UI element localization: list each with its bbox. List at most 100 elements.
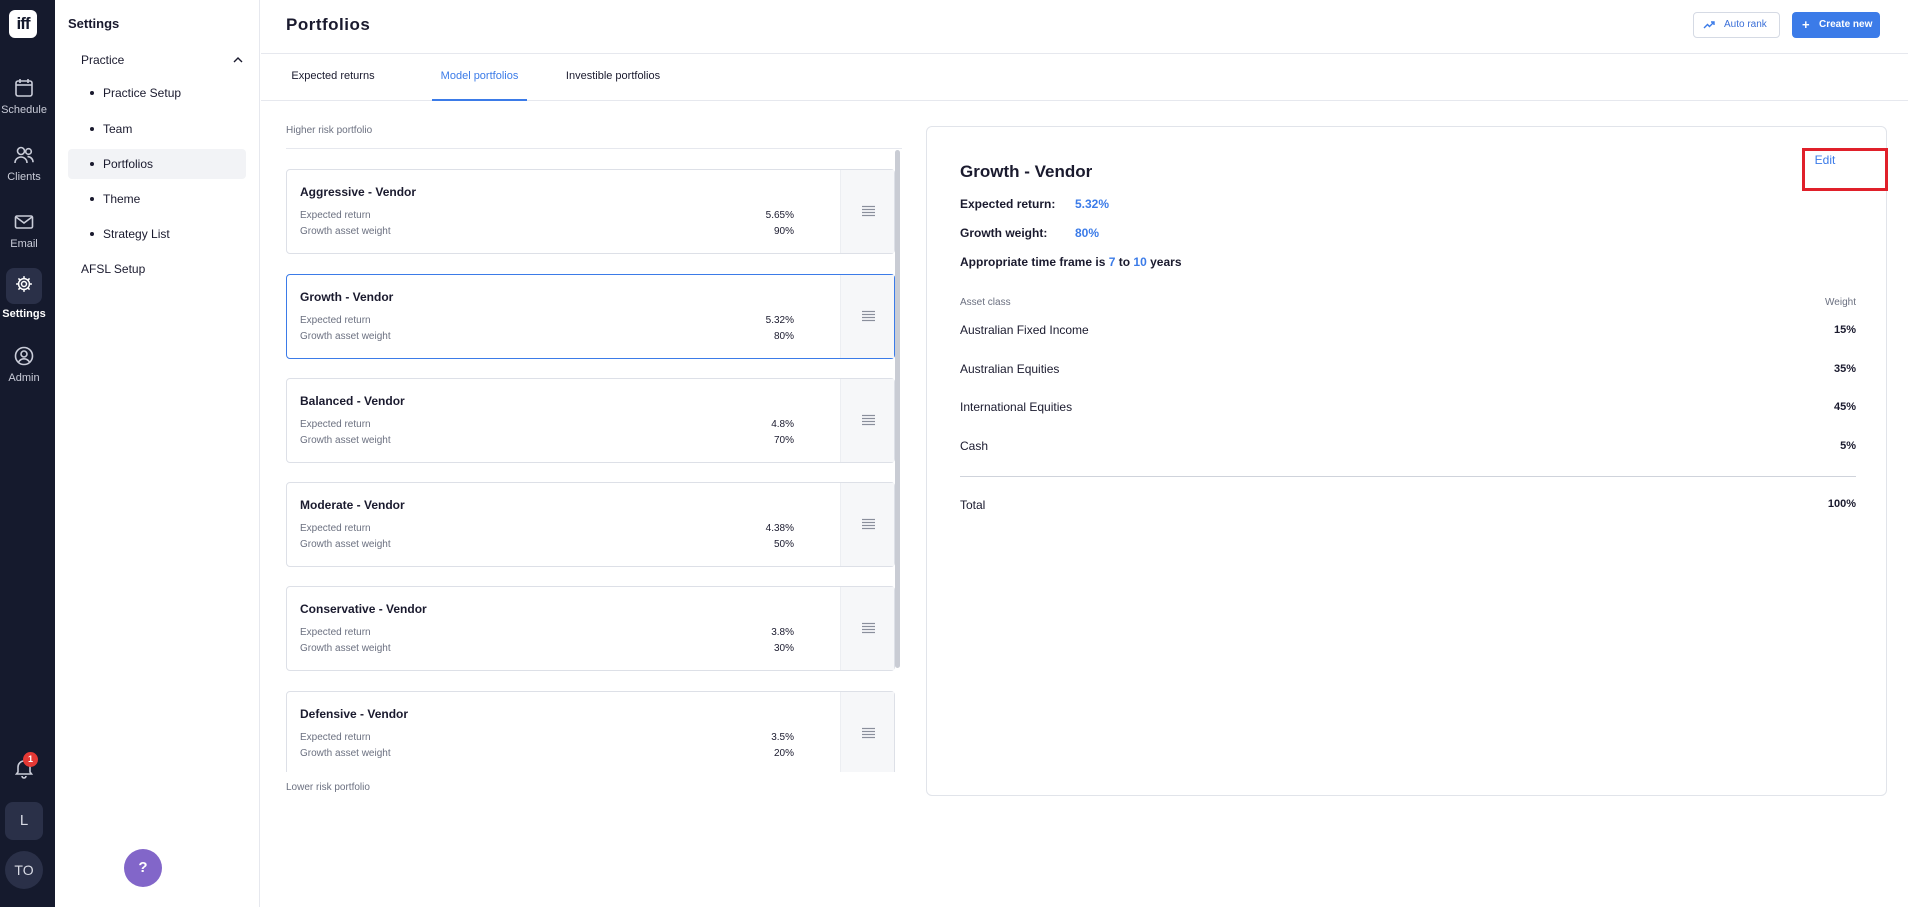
growth-weight-label: Growth asset weight	[300, 435, 391, 446]
rail-item-email[interactable]: Email	[0, 202, 48, 260]
sidebar-item-label: Practice Setup	[103, 86, 182, 100]
settings-title: Settings	[68, 16, 120, 31]
users-icon	[14, 146, 34, 164]
drag-handle-icon	[862, 310, 875, 322]
sidebar-item-strategy-list[interactable]: Strategy List	[68, 219, 246, 249]
tab-expected-returns[interactable]: Expected returns	[286, 55, 380, 101]
weight-header: Weight	[1825, 297, 1856, 308]
growth-weight-value: 50%	[773, 539, 794, 550]
sidebar-item-team[interactable]: Team	[68, 114, 246, 144]
timeframe-suffix: years	[1150, 255, 1182, 269]
workspace-avatar[interactable]: L	[5, 802, 43, 840]
expected-return-value: 5.32%	[1075, 197, 1110, 211]
growth-weight-label: Growth asset weight	[300, 539, 391, 550]
page-title: Portfolios	[286, 15, 371, 34]
portfolio-card[interactable]: Growth - Vendor Expected return Growth a…	[286, 274, 895, 359]
timeframe-line: Appropriate time frame is 7 to 10 years	[960, 255, 1182, 269]
total-value: 100%	[1827, 498, 1856, 510]
drag-handle[interactable]	[840, 275, 894, 358]
practice-section-toggle[interactable]: Practice	[81, 53, 251, 67]
expected-return-value: 4.38%	[765, 523, 794, 534]
rail-item-admin[interactable]: Admin	[0, 336, 48, 394]
help-button[interactable]: ?	[124, 849, 162, 887]
drag-handle-icon	[862, 727, 875, 739]
total-label: Total	[960, 498, 986, 512]
plus-icon: +	[1802, 17, 1810, 32]
expected-return-value: 5.32%	[765, 315, 794, 326]
sidebar-item-label: Team	[103, 122, 133, 136]
expected-return-value: 4.8%	[771, 419, 794, 430]
asset-class-name: Cash	[960, 439, 989, 453]
asset-class-weight: 35%	[1833, 363, 1856, 375]
bullet	[90, 232, 94, 236]
drag-handle[interactable]	[840, 170, 894, 253]
sidebar-item-label: Strategy List	[103, 227, 170, 241]
growth-weight-value: 90%	[773, 226, 794, 237]
portfolio-card[interactable]: Aggressive - Vendor Expected return Grow…	[286, 169, 895, 254]
growth-weight-value: 30%	[773, 643, 794, 654]
list-scrollbar[interactable]	[895, 150, 900, 668]
portfolio-name: Balanced - Vendor	[300, 394, 405, 408]
tab-bar: Expected returns Model portfolios Invest…	[261, 55, 1908, 101]
sidebar-item-afsl-setup[interactable]: AFSL Setup	[81, 262, 145, 276]
calendar-icon	[15, 79, 33, 97]
rail-label: Clients	[7, 171, 41, 183]
portfolio-name: Conservative - Vendor	[300, 602, 427, 616]
drag-handle[interactable]	[840, 379, 894, 462]
portfolio-card[interactable]: Defensive - Vendor Expected return Growt…	[286, 691, 895, 772]
timeframe-to: to	[1118, 255, 1131, 269]
growth-weight-value: 80%	[773, 331, 794, 342]
auto-rank-button[interactable]: Auto rank	[1693, 12, 1780, 38]
bullet	[90, 197, 94, 201]
portfolio-card[interactable]: Conservative - Vendor Expected return Gr…	[286, 586, 895, 671]
bullet	[90, 91, 94, 95]
sidebar-item-label: Portfolios	[103, 157, 154, 171]
user-circle-icon	[14, 346, 34, 366]
sidebar-item-theme[interactable]: Theme	[68, 184, 246, 214]
higher-risk-hint: Higher risk portfolio	[286, 125, 373, 136]
portfolio-list[interactable]: Aggressive - Vendor Expected return Grow…	[286, 148, 902, 772]
tab-investible-portfolios[interactable]: Investible portfolios	[557, 55, 669, 101]
trending-up-icon	[1703, 21, 1715, 29]
expected-return-value: 5.65%	[765, 210, 794, 221]
expected-return-label: Expected return	[300, 627, 371, 638]
growth-weight-value: 70%	[773, 435, 794, 446]
rail-item-clients[interactable]: Clients	[0, 135, 48, 193]
lower-risk-hint: Lower risk portfolio	[286, 782, 370, 793]
expected-return-label: Expected return	[300, 523, 371, 534]
create-new-button[interactable]: + Create new	[1792, 12, 1880, 38]
expected-return-label: Expected return	[300, 210, 371, 221]
drag-handle[interactable]	[840, 483, 894, 566]
bullet	[90, 162, 94, 166]
portfolio-detail-panel: Growth - Vendor Edit Expected return: 5.…	[926, 126, 1887, 796]
tab-model-portfolios[interactable]: Model portfolios	[432, 55, 527, 101]
drag-handle-icon	[862, 414, 875, 426]
portfolio-name: Growth - Vendor	[300, 290, 394, 304]
expected-return-label: Expected return	[300, 732, 371, 743]
practice-section-label: Practice	[81, 53, 125, 67]
asset-class-header: Asset class	[960, 297, 1011, 308]
rail-item-schedule[interactable]: Schedule	[0, 68, 48, 126]
drag-handle[interactable]	[840, 587, 894, 670]
portfolio-name: Moderate - Vendor	[300, 498, 405, 512]
portfolio-name: Defensive - Vendor	[300, 707, 409, 721]
detail-title: Growth - Vendor	[960, 162, 1093, 181]
rail-item-settings[interactable]: Settings	[0, 268, 48, 326]
sidebar-item-portfolios[interactable]: Portfolios	[68, 149, 246, 179]
portfolio-name: Aggressive - Vendor	[300, 185, 417, 199]
sidebar-item-practice-setup[interactable]: Practice Setup	[68, 78, 246, 108]
growth-weight-label: Growth weight:	[960, 226, 1048, 240]
edit-highlight-box	[1802, 148, 1888, 191]
sidebar-item-label: Theme	[103, 192, 141, 206]
user-avatar[interactable]: TO	[5, 851, 43, 889]
portfolio-card[interactable]: Moderate - Vendor Expected return Growth…	[286, 482, 895, 567]
app-logo[interactable]: iff	[9, 10, 37, 38]
drag-handle-icon	[862, 205, 875, 217]
expected-return-value: 3.5%	[771, 732, 794, 743]
settings-sidebar: Settings Practice Practice Setup Team Po…	[55, 0, 260, 907]
rail-label: Admin	[8, 372, 40, 384]
portfolio-card[interactable]: Balanced - Vendor Expected return Growth…	[286, 378, 895, 463]
drag-handle[interactable]	[840, 692, 894, 772]
chevron-up-icon	[233, 57, 243, 63]
asset-class-weight: 45%	[1833, 401, 1856, 413]
